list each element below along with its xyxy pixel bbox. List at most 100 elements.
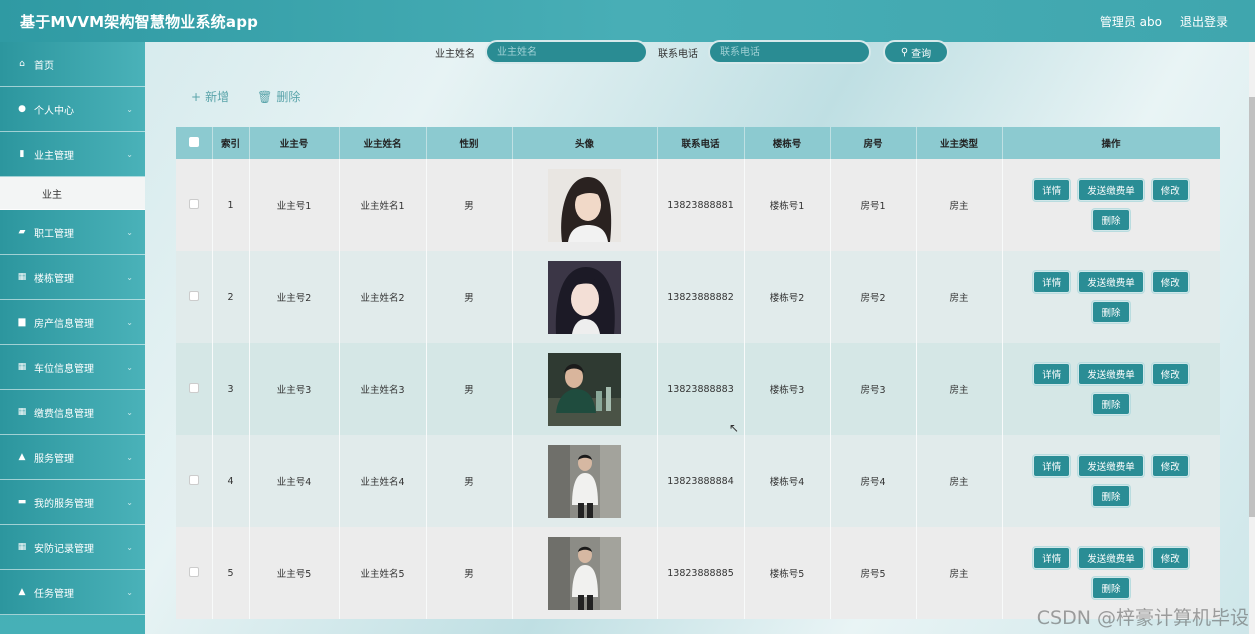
cell-owner-type: 房主	[916, 343, 1003, 435]
row-checkbox[interactable]	[176, 343, 213, 435]
mouse-cursor-icon: ↖	[729, 421, 740, 435]
detail-button[interactable]: 详情	[1033, 363, 1071, 385]
checkbox[interactable]	[188, 566, 199, 577]
select-all-checkbox[interactable]	[176, 127, 213, 159]
page-scrollbar[interactable]	[1249, 42, 1255, 634]
sidebar-item-5[interactable]: ▆ 房产信息管理 ⌄	[0, 300, 145, 345]
sidebar-item-2[interactable]: ▮ 业主管理 ⌄	[0, 132, 145, 177]
stack-icon: ▬	[17, 497, 27, 507]
send-bill-button[interactable]: 发送缴费单	[1078, 547, 1144, 569]
sidebar-item-11[interactable]: ▲ 任务管理 ⌄	[0, 570, 145, 615]
delete-button[interactable]: 删除	[1092, 209, 1130, 231]
cell-room: 房号1	[830, 159, 917, 251]
send-bill-button[interactable]: 发送缴费单	[1078, 179, 1144, 201]
chevron-down-icon: ⌄	[126, 362, 133, 372]
cell-gender: 男	[426, 435, 513, 527]
row-checkbox[interactable]	[176, 527, 213, 619]
checkbox[interactable]	[188, 474, 199, 485]
sidebar-item-9[interactable]: ▬ 我的服务管理 ⌄	[0, 480, 145, 525]
detail-button[interactable]: 详情	[1033, 271, 1071, 293]
batch-delete-button[interactable]: 🗑︎ 删除	[257, 88, 300, 105]
delete-button[interactable]: 删除	[1092, 393, 1130, 415]
detail-button[interactable]: 详情	[1033, 455, 1071, 477]
table-row: 1 业主号1 业主姓名1 男 13823888881 楼栋号1 房号1 房主 详情 发送缴费单 修改…	[176, 159, 1220, 251]
phone-input[interactable]	[708, 40, 871, 64]
sidebar-item-label: 任务管理	[34, 588, 74, 600]
search-icon: ⚲	[900, 46, 909, 58]
cell-avatar	[512, 435, 658, 527]
home-icon: ⌂	[19, 59, 25, 69]
sidebar-item-label: 车位信息管理	[34, 363, 94, 375]
detail-button[interactable]: 详情	[1033, 547, 1071, 569]
edit-button[interactable]: 修改	[1151, 455, 1189, 477]
send-bill-button[interactable]: 发送缴费单	[1078, 363, 1144, 385]
cell-room: 房号5	[830, 527, 917, 619]
cell-phone: 13823888882	[657, 251, 745, 343]
sidebar-item-10[interactable]: ▦ 安防记录管理 ⌄	[0, 525, 145, 570]
send-bill-button[interactable]: 发送缴费单	[1078, 455, 1144, 477]
cell-building: 楼栋号1	[744, 159, 831, 251]
sidebar-item-8[interactable]: ▲ 服务管理 ⌄	[0, 435, 145, 480]
delete-button[interactable]: 删除	[1092, 577, 1130, 599]
cell-room: 房号3	[830, 343, 917, 435]
detail-button[interactable]: 详情	[1033, 179, 1071, 201]
cell-actions: 详情 发送缴费单 修改 删除	[1002, 435, 1220, 527]
cell-owner-no: 业主号3	[249, 343, 340, 435]
sidebar-item-label: 服务管理	[34, 453, 74, 465]
sidebar-item-label: 业主管理	[34, 150, 74, 162]
sidebar-item-1[interactable]: ● 个人中心 ⌄	[0, 87, 145, 132]
plus-icon: +	[191, 89, 202, 104]
sidebar-item-0[interactable]: ⌂ 首页	[0, 42, 145, 87]
owner-name-input[interactable]	[485, 40, 648, 64]
chevron-down-icon: ⌄	[126, 104, 133, 114]
logout-link[interactable]: 退出登录	[1180, 13, 1228, 30]
edit-button[interactable]: 修改	[1151, 547, 1189, 569]
delete-button[interactable]: 删除	[1092, 301, 1130, 323]
thumb-icon: ▰	[18, 227, 26, 237]
row-checkbox[interactable]	[176, 159, 213, 251]
grid-icon: ▦	[17, 362, 27, 372]
column-header: 联系电话	[657, 127, 745, 159]
cell-owner-no: 业主号2	[249, 251, 340, 343]
sidebar-item-6[interactable]: ▦ 车位信息管理 ⌄	[0, 345, 145, 390]
send-bill-button[interactable]: 发送缴费单	[1078, 271, 1144, 293]
cell-gender: 男	[426, 159, 513, 251]
cell-index: 2	[212, 251, 250, 343]
cell-building: 楼栋号3	[744, 343, 831, 435]
flag-icon: ▆	[18, 317, 26, 327]
row-checkbox[interactable]	[176, 251, 213, 343]
checkbox[interactable]	[188, 198, 199, 209]
avatar	[548, 168, 621, 242]
chevron-down-icon: ⌄	[126, 497, 133, 507]
chevron-down-icon: ⌄	[126, 149, 133, 159]
sidebar-subitem-owner[interactable]: 业主	[0, 177, 145, 210]
search-bar: 业主姓名 联系电话 ⚲ 查询	[435, 40, 949, 64]
cell-owner-name: 业主姓名4	[339, 435, 427, 527]
edit-button[interactable]: 修改	[1151, 271, 1189, 293]
column-header: 业主类型	[916, 127, 1003, 159]
owner-table: 索引 业主号 业主姓名 性别 头像 联系电话 楼栋号 房号 业主类型 操作 1 业主号1 业主姓名1 男…	[176, 127, 1220, 634]
sidebar-item-3[interactable]: ▰ 职工管理 ⌄	[0, 210, 145, 255]
cell-phone: 13823888885	[657, 527, 745, 619]
cell-gender: 男	[426, 343, 513, 435]
edit-button[interactable]: 修改	[1151, 179, 1189, 201]
edit-button[interactable]: 修改	[1151, 363, 1189, 385]
delete-button[interactable]: 删除	[1092, 485, 1130, 507]
cell-building: 楼栋号2	[744, 251, 831, 343]
row-checkbox[interactable]	[176, 435, 213, 527]
cell-owner-no: 业主号1	[249, 159, 340, 251]
checkbox[interactable]	[188, 290, 199, 301]
cell-owner-name: 业主姓名3	[339, 343, 427, 435]
sidebar-item-7[interactable]: ▦ 缴费信息管理 ⌄	[0, 390, 145, 435]
grid-icon: ▦	[17, 407, 27, 417]
cell-owner-no: 业主号5	[249, 527, 340, 619]
checkbox[interactable]	[188, 382, 199, 393]
search-button[interactable]: ⚲ 查询	[883, 40, 949, 64]
cell-actions: 详情 发送缴费单 修改 删除	[1002, 159, 1220, 251]
grid-icon: ▦	[17, 272, 27, 282]
table-row: 2 业主号2 业主姓名2 男 13823888882 楼栋号2 房号2 房主 详情 发送缴费单 修改…	[176, 251, 1220, 343]
cell-index: 1	[212, 159, 250, 251]
add-button[interactable]: + 新增	[191, 88, 229, 105]
sidebar-item-4[interactable]: ▦ 楼栋管理 ⌄	[0, 255, 145, 300]
scroll-thumb[interactable]	[1249, 97, 1255, 517]
